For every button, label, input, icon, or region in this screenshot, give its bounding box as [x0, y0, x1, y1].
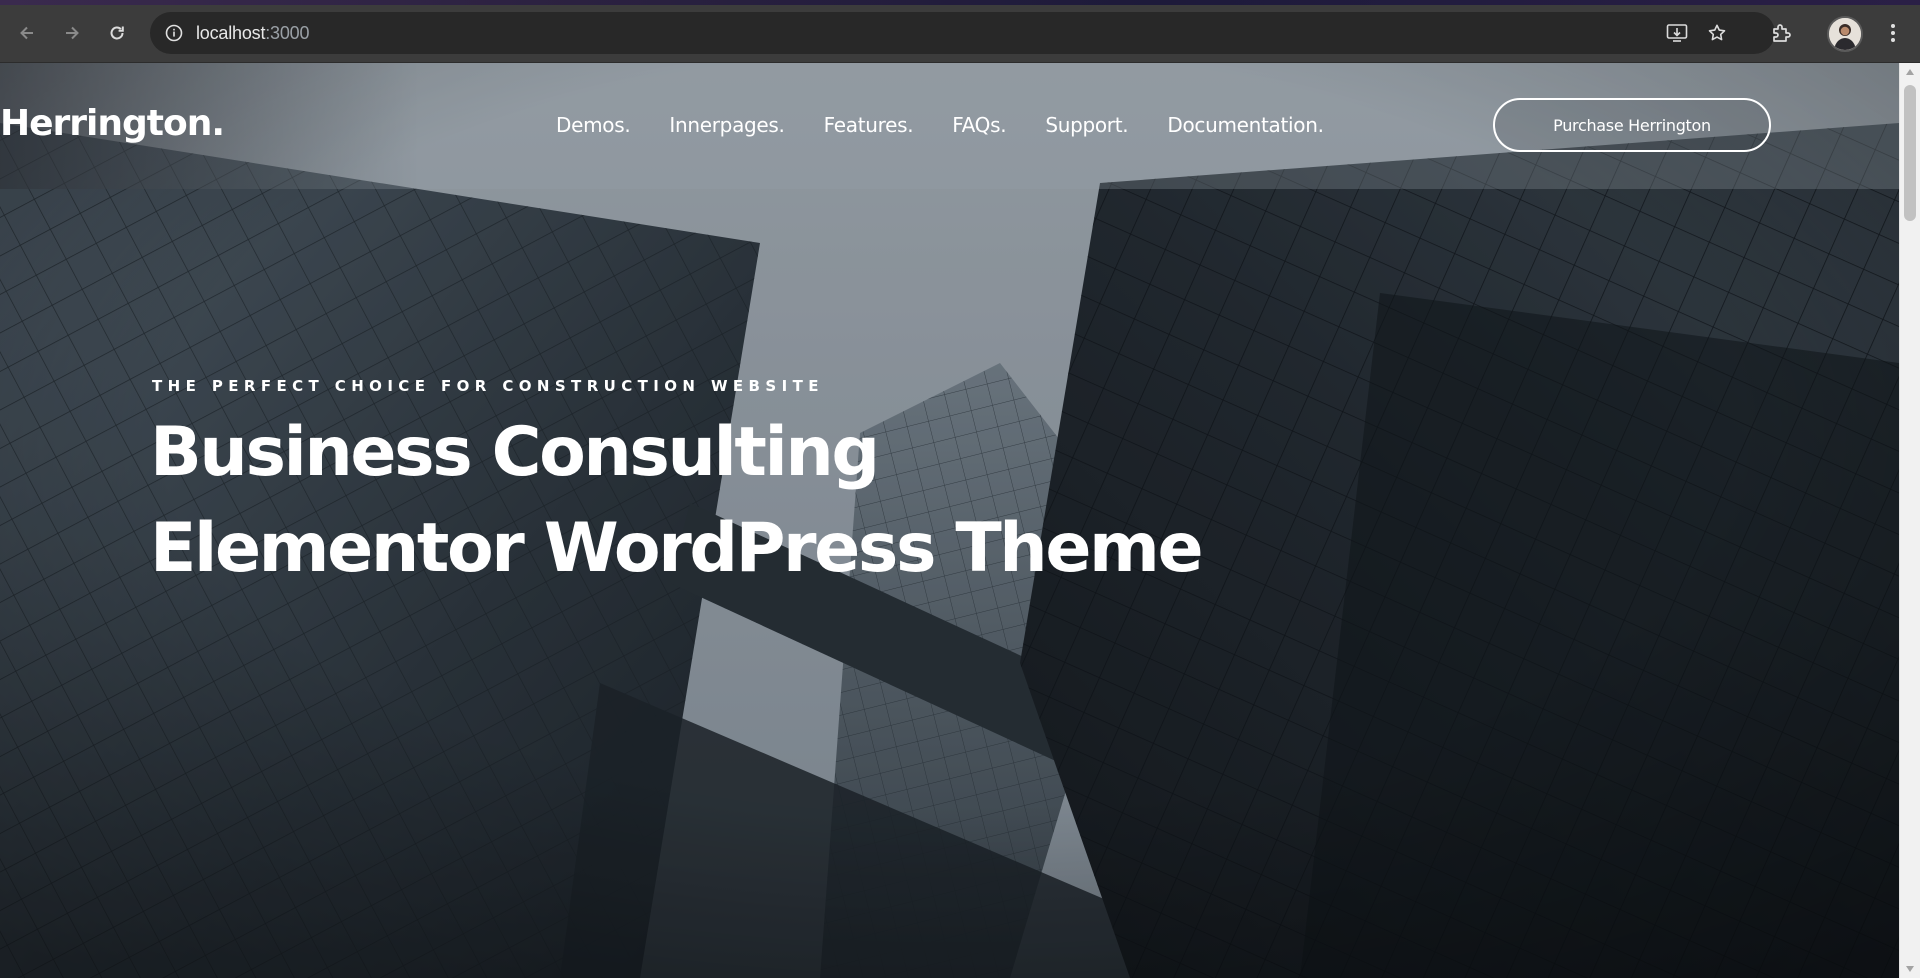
page-viewport: Herrington. Demos. Innerpages. Features.…	[0, 63, 1899, 978]
nav-link-innerpages[interactable]: Innerpages.	[669, 113, 785, 137]
url-host: localhost	[196, 23, 266, 43]
back-arrow-icon	[20, 26, 33, 40]
forward-button[interactable]	[53, 14, 91, 52]
install-app-icon[interactable]	[1665, 21, 1689, 45]
purchase-button[interactable]: Purchase Herrington	[1493, 98, 1771, 152]
extensions-puzzle-icon	[1773, 24, 1791, 42]
back-button[interactable]	[8, 14, 46, 52]
scrollbar-thumb[interactable]	[1904, 85, 1916, 221]
reload-icon	[110, 26, 124, 40]
hero-title-line-1: Business Consulting	[150, 413, 880, 492]
page-scrollbar[interactable]	[1899, 63, 1920, 978]
forward-arrow-icon	[66, 26, 79, 40]
site-logo[interactable]: Herrington.	[0, 103, 225, 144]
nav-link-support[interactable]: Support.	[1045, 113, 1128, 137]
browser-toolbar: localhost:3000	[0, 5, 1920, 63]
url-text[interactable]: localhost:3000	[196, 23, 309, 44]
kebab-menu-icon	[1891, 24, 1895, 42]
scroll-up-arrow-icon[interactable]	[1905, 68, 1915, 76]
url-port: :3000	[265, 23, 310, 43]
hero-tagline: THE PERFECT CHOICE FOR CONSTRUCTION WEBS…	[152, 377, 824, 395]
profile-avatar[interactable]	[1827, 16, 1863, 52]
extensions-button[interactable]	[1762, 14, 1800, 52]
site-header: Herrington. Demos. Innerpages. Features.…	[0, 63, 1899, 189]
main-navigation: Demos. Innerpages. Features. FAQs. Suppo…	[556, 113, 1324, 137]
hero-title: Business Consulting Elementor WordPress …	[150, 405, 1204, 597]
browser-menu-button[interactable]	[1874, 14, 1912, 52]
nav-link-documentation[interactable]: Documentation.	[1167, 113, 1324, 137]
hero-title-line-2: Elementor WordPress Theme	[150, 509, 1204, 588]
site-info-icon[interactable]	[162, 21, 186, 45]
address-bar[interactable]: localhost:3000	[150, 12, 1775, 54]
nav-link-features[interactable]: Features.	[824, 113, 914, 137]
bookmark-star-icon[interactable]	[1705, 21, 1729, 45]
nav-link-faqs[interactable]: FAQs.	[952, 113, 1006, 137]
scroll-down-arrow-icon[interactable]	[1905, 965, 1915, 973]
purchase-button-label: Purchase Herrington	[1553, 115, 1711, 135]
reload-button[interactable]	[98, 14, 136, 52]
nav-link-demos[interactable]: Demos.	[556, 113, 631, 137]
